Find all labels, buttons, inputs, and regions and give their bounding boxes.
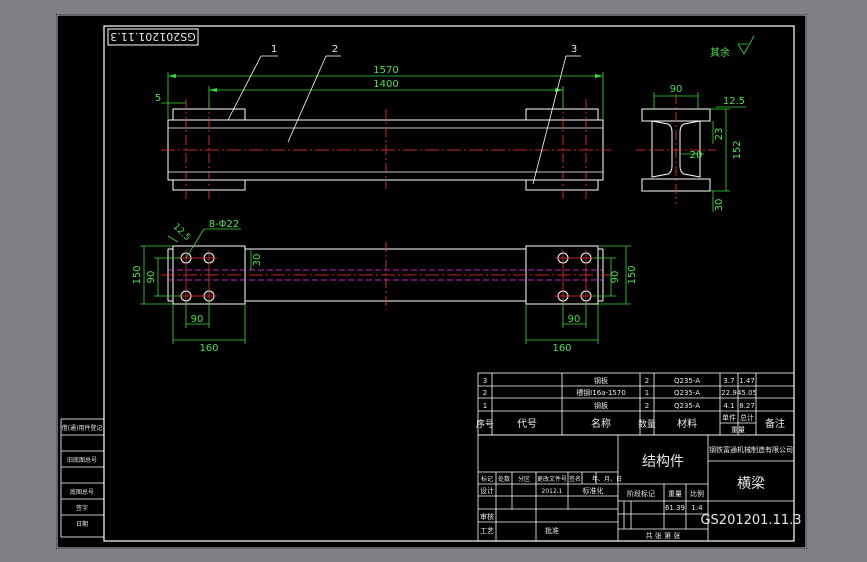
side-table-row-2: 底图总号 xyxy=(70,488,94,496)
drawing-canvas: GS201201.11.3 1570 1400 5 1 2 3 90 12.5 … xyxy=(56,14,807,549)
bom-header-remark: 备注 xyxy=(765,417,785,430)
dim-section-height: 152 xyxy=(732,140,743,159)
drawing-name: 结构件 xyxy=(642,454,684,470)
bom-row-2-material: Q235-A xyxy=(674,402,700,410)
bom-row-1-material: Q235-A xyxy=(674,389,700,397)
rev-header-date: 年、月、日 xyxy=(592,475,622,483)
bom-header-name: 名称 xyxy=(591,417,611,430)
rev-header-doc: 更改文件号 xyxy=(537,475,567,483)
dim-right-plate-height: 150 xyxy=(627,265,638,284)
bom-row-1-total: 45.05 xyxy=(737,389,757,397)
front-view xyxy=(161,99,611,199)
side-table-row-4: 日期 xyxy=(76,520,88,528)
bom-row-2-name: 钢板 xyxy=(594,401,608,410)
dim-left-hole-pitch: 90 xyxy=(191,314,204,325)
section-view xyxy=(636,94,716,204)
bom-row-0-material: Q235-A xyxy=(674,377,700,385)
dim-section-width: 90 xyxy=(670,84,683,95)
dim-overall-length: 1570 xyxy=(373,65,398,76)
rev-header-zone: 分区 xyxy=(518,475,530,483)
drawing-frame xyxy=(56,14,807,549)
weight-label: 重量 xyxy=(668,490,682,498)
title-drawing-number: GS201201.11.3 xyxy=(700,513,801,528)
leader-label-1: 1 xyxy=(271,44,277,55)
review-label: 审核 xyxy=(480,512,494,521)
drawing-sheet: GS201201.11.3 1570 1400 5 1 2 3 90 12.5 … xyxy=(56,14,807,549)
dim-right-hole-rows: 90 xyxy=(610,271,621,284)
drawing-number-stamp: GS201201.11.3 xyxy=(107,28,199,46)
approve-label: 批准 xyxy=(545,526,559,535)
bom-row-1-name: 槽钢I16a-1570 xyxy=(576,388,626,397)
rev-header-count: 处数 xyxy=(498,475,510,483)
process-label: 工艺 xyxy=(480,527,494,535)
svg-text:GS201201.11.3: GS201201.11.3 xyxy=(110,30,196,43)
dim-foot: 30 xyxy=(714,199,725,212)
dim-offset: 23 xyxy=(714,128,725,141)
dim-left-hole-rows: 90 xyxy=(146,271,157,284)
design-date: 2012.1 xyxy=(542,488,563,495)
roughness-check-icon xyxy=(737,35,755,55)
side-register-table xyxy=(60,418,105,538)
sheet-count: 共 张 第 张 xyxy=(646,531,681,540)
side-table-row-0: 借(通)用件登记 xyxy=(62,424,103,432)
bom-row-1-qty: 1 xyxy=(645,389,649,397)
dim-web-thickness: 20 xyxy=(690,150,703,161)
part-name: 横梁 xyxy=(737,476,765,492)
bom-row-0-qty: 2 xyxy=(645,377,649,385)
bom-row-2-no: 1 xyxy=(483,402,487,410)
plan-view xyxy=(161,242,611,310)
bom-row-2-unit: 4.1 xyxy=(723,402,734,410)
bom-header-weight: 重量 xyxy=(731,426,745,434)
dim-hole-spacing: 1400 xyxy=(373,79,398,90)
roughness-label: 其余 xyxy=(710,46,730,59)
dim-left-plate-height: 150 xyxy=(132,265,143,284)
leader-label-3: 3 xyxy=(571,44,577,55)
side-table-row-1: 旧底图总号 xyxy=(67,456,97,464)
scale-label: 比例 xyxy=(690,489,704,498)
bom-header-unit: 单件 xyxy=(722,413,736,422)
dim-flange-thickness: 12.5 xyxy=(723,96,745,107)
bom-header-no: 序号 xyxy=(476,418,494,430)
roughness-symbol: 其余 xyxy=(710,35,755,59)
dim-right-plate-width: 160 xyxy=(552,343,571,354)
bom-row-2-qty: 2 xyxy=(645,402,649,410)
right-hole-centers xyxy=(555,250,594,304)
stage-mark-label: 阶段标记 xyxy=(627,489,655,498)
hole-callout: 8-Φ22 xyxy=(209,219,240,230)
dim-end-offset: 5 xyxy=(155,93,161,104)
rev-header-mark: 标记 xyxy=(481,475,493,483)
bom-row-0-name: 钢板 xyxy=(594,376,608,385)
scale-value: 1:4 xyxy=(691,504,703,512)
bom-header-total: 总计 xyxy=(740,413,754,422)
bom-row-2-total: 8.27 xyxy=(739,402,755,410)
bom-row-1-unit: 22.9 xyxy=(721,389,737,397)
bom-row-1-no: 2 xyxy=(483,389,487,397)
dim-right-hole-pitch: 90 xyxy=(568,314,581,325)
company-name: 钢铁富通机械制造有限公司 xyxy=(709,445,793,454)
left-hole-centers xyxy=(178,250,217,304)
bom-header-code: 代号 xyxy=(517,418,537,430)
rev-header-sign: 签名 xyxy=(569,475,581,483)
bom-row-0-no: 3 xyxy=(483,377,487,385)
bom-header-qty: 数量 xyxy=(638,418,656,430)
dim-beam-half-width: 30 xyxy=(252,254,263,267)
bom-row-0-total: 1.47 xyxy=(739,377,755,385)
design-label: 设计 xyxy=(480,486,494,495)
bom-row-0-unit: 3.7 xyxy=(723,377,734,385)
bom-header-material: 材料 xyxy=(677,417,697,430)
standardization-label: 标准化 xyxy=(583,486,604,495)
leader-label-2: 2 xyxy=(332,44,338,55)
dim-left-plate-width: 160 xyxy=(199,343,218,354)
side-table-row-3: 签字 xyxy=(76,504,88,512)
weight-value: 61.39 xyxy=(665,504,685,512)
